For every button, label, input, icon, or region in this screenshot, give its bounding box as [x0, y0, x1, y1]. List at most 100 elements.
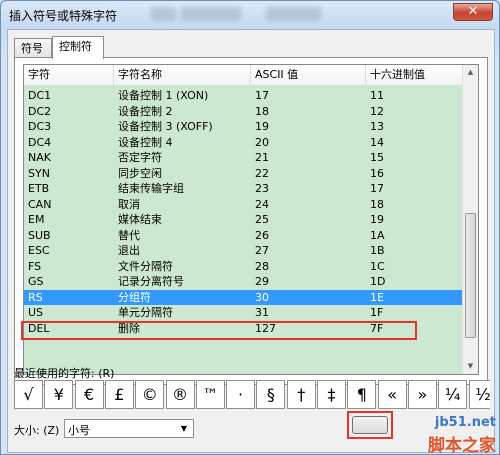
recent-symbol-button[interactable]: © [135, 380, 165, 409]
table-cell: ESC [28, 244, 50, 257]
scrollbar-thumb[interactable] [465, 213, 476, 338]
table-row[interactable]: US 单元分隔符 31 1F [24, 305, 465, 321]
dialog-client-area: 符号 控制符 字符 字符名称 ASCII 值 十六进制值 DC1 设备控制 1 (… [7, 29, 496, 455]
recent-symbol-button[interactable]: ® [165, 380, 195, 409]
table-cell: 12 [370, 104, 384, 118]
table-row[interactable]: GS 记录分离符号 29 1D [24, 274, 465, 290]
table-cell: 19 [255, 120, 269, 133]
recent-symbol-button[interactable]: ¥ [44, 380, 74, 409]
table-cell: 记录分离符号 [118, 275, 184, 288]
recent-symbol-button[interactable]: ™ [195, 380, 225, 409]
table-cell: DC1 [28, 89, 52, 102]
dialog-window: 插入符号或特殊字符 ✕ 符号 控制符 字符 字符名称 ASCII 值 十六进制值… [0, 0, 500, 455]
table-cell: EM [28, 213, 45, 226]
table-cell: 取消 [118, 197, 140, 211]
recent-symbol-button[interactable]: ¶ [347, 380, 377, 409]
column-header-name[interactable]: 字符名称 [114, 65, 251, 85]
table-row[interactable]: SYN 同步空闲 22 16 [24, 166, 465, 182]
table-cell: 17 [370, 182, 384, 195]
recent-symbol-button[interactable]: § [256, 380, 286, 409]
size-combobox[interactable]: 小号 ▼ [64, 419, 194, 438]
table-cell: 25 [255, 213, 269, 226]
table-row[interactable]: NAK 否定字符 21 15 [24, 150, 465, 166]
table-row[interactable]: DC1 设备控制 1 (XON) 17 11 [24, 88, 465, 104]
recent-symbol-button[interactable]: £ [104, 380, 134, 409]
chevron-down-icon[interactable]: ▼ [177, 421, 191, 436]
column-header-char[interactable]: 字符 [24, 65, 114, 85]
table-row[interactable]: SUB 替代 26 1A [24, 228, 465, 244]
table-cell: 20 [255, 135, 269, 149]
watermark-text-site: 脚本之家 [428, 436, 496, 455]
table-row[interactable]: ESC 退出 27 1B [24, 243, 465, 259]
table-row[interactable]: FS 文件分隔符 28 1C [24, 259, 465, 275]
table-row[interactable]: DC2 设备控制 2 18 12 [24, 104, 465, 120]
table-cell: 127 [255, 321, 276, 335]
table-cell: 18 [255, 104, 269, 118]
table-cell: 27 [255, 244, 269, 257]
table-cell: 分组符 [118, 290, 151, 304]
table-cell: 7F [370, 321, 384, 335]
table-cell: 设备控制 2 [118, 104, 173, 118]
table-cell: 否定字符 [118, 151, 162, 164]
recent-symbol-button[interactable]: ½ [468, 380, 490, 409]
table-cell: 31 [255, 306, 269, 319]
table-row[interactable]: ETB 结束传输字组 23 17 [24, 181, 465, 197]
recent-chars-grid: √ ¥ € £ © ® ™ · § † ‡ ¶ «» ¼ ½ [14, 380, 490, 410]
vertical-scrollbar[interactable]: ▲ ▼ [462, 65, 478, 374]
table-row[interactable]: DC4 设备控制 4 20 14 [24, 135, 465, 151]
table-cell: 30 [255, 290, 269, 304]
table-cell: FS [28, 259, 42, 273]
table-cell: 24 [255, 197, 269, 211]
column-header-ascii[interactable]: ASCII 值 [251, 65, 366, 85]
recent-symbol-button[interactable]: ‡ [317, 380, 346, 409]
title-bar[interactable]: 插入符号或特殊字符 ✕ [1, 1, 499, 27]
control-char-list[interactable]: 字符 字符名称 ASCII 值 十六进制值 DC1 设备控制 1 (XON) 17 1… [23, 64, 479, 375]
table-row[interactable]: DC3 设备控制 3 (XOFF) 19 13 [24, 119, 465, 135]
table-cell: DC2 [28, 104, 52, 118]
recent-symbol-button[interactable]: ¼ [438, 380, 468, 409]
table-cell: 设备控制 3 (XOFF) [118, 120, 213, 133]
close-button[interactable]: ✕ [453, 3, 493, 21]
tab-control-chars[interactable]: 控制符 [52, 36, 104, 59]
table-cell: 1A [370, 228, 385, 242]
table-cell: 28 [255, 259, 269, 273]
table-cell: DC3 [28, 120, 52, 133]
table-cell: 17 [255, 89, 269, 102]
window-title: 插入符号或特殊字符 [9, 9, 118, 23]
recent-symbol-button[interactable]: † [286, 380, 316, 409]
recent-symbol-button[interactable]: · [226, 380, 256, 409]
table-cell: GS [28, 275, 44, 288]
table-cell: 18 [370, 197, 384, 211]
table-row[interactable]: CAN 取消 24 18 [24, 197, 465, 213]
table-cell: 文件分隔符 [118, 259, 173, 273]
table-cell: SYN [28, 166, 50, 180]
table-cell: 16 [370, 166, 384, 180]
recent-symbol-button[interactable]: √ [14, 380, 43, 409]
table-cell: 结束传输字组 [118, 182, 184, 195]
scroll-down-arrow-icon[interactable]: ▼ [464, 359, 477, 374]
recent-symbol-button[interactable]: € [74, 380, 104, 409]
table-cell: ETB [28, 182, 50, 195]
table-row[interactable]: EM 媒体结束 25 19 [24, 212, 465, 228]
table-cell: SUB [28, 228, 51, 242]
table-cell: 设备控制 1 (XON) [118, 89, 209, 102]
table-cell: DEL [28, 321, 50, 335]
table-cell: 15 [370, 151, 384, 164]
table-cell: DC4 [28, 135, 52, 149]
tab-symbols[interactable]: 符号 [14, 38, 52, 58]
table-cell: 1B [370, 244, 385, 257]
table-row[interactable]: DEL 删除 127 7F [24, 321, 465, 337]
table-cell: 26 [255, 228, 269, 242]
blurred-background-text [181, 7, 241, 21]
table-cell: 退出 [118, 244, 140, 257]
tab-panel: 字符 字符名称 ASCII 值 十六进制值 DC1 设备控制 1 (XON) 17 1… [14, 57, 488, 385]
insert-button[interactable] [352, 416, 388, 434]
recent-symbol-button[interactable]: » [407, 380, 437, 409]
column-header-hex[interactable]: 十六进制值 [366, 65, 465, 85]
table-cell: US [28, 306, 44, 319]
table-cell: 1F [370, 306, 384, 319]
recent-symbol-button[interactable]: « [377, 380, 407, 409]
scroll-up-arrow-icon[interactable]: ▲ [464, 65, 477, 80]
table-cell: 媒体结束 [118, 213, 162, 226]
table-row[interactable]: RS 分组符 30 1E [24, 289, 465, 305]
